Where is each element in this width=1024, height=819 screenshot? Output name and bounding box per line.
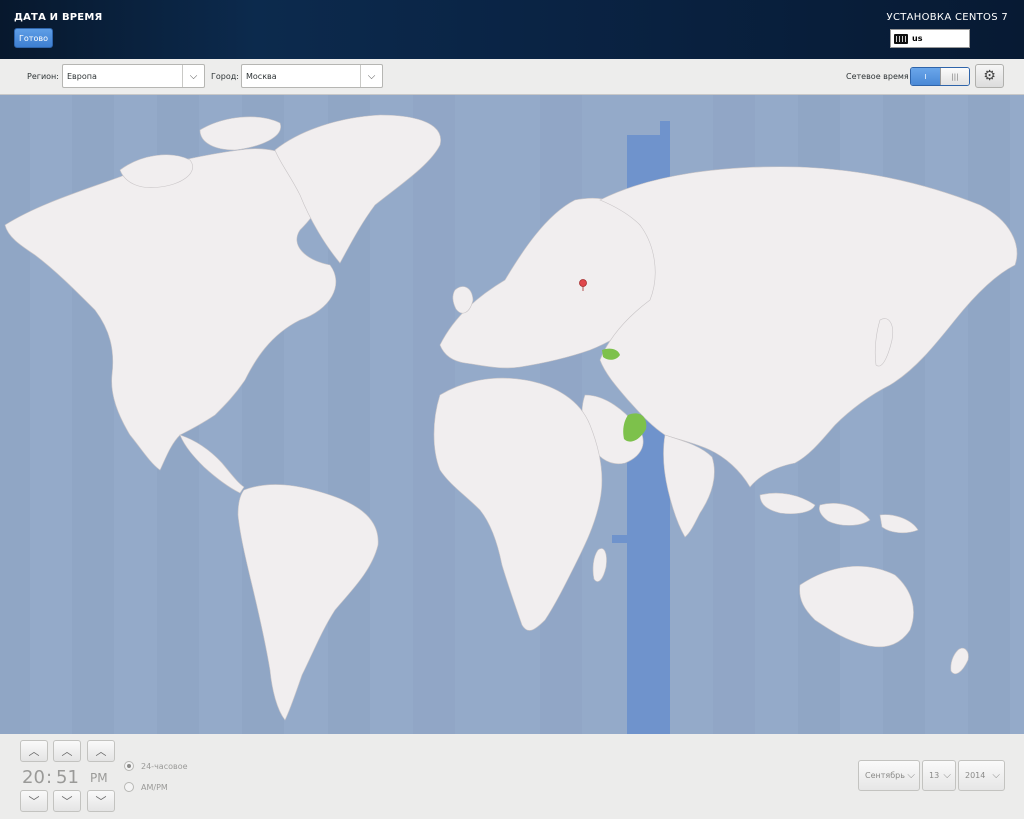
chevron-down-icon: ﹀ — [61, 795, 73, 808]
page-title: ДАТА И ВРЕМЯ — [14, 12, 103, 23]
region-value: Европа — [67, 71, 97, 81]
time-separator: : — [46, 767, 53, 788]
network-time-label: Сетевое время — [846, 72, 909, 81]
region-combo[interactable]: Европа ⌵ — [62, 64, 205, 88]
chevron-down-icon: ﹀ — [95, 795, 107, 808]
hour-decrement-button[interactable]: ﹀ — [20, 790, 48, 812]
minutes-display: 51 — [56, 767, 79, 788]
chevron-down-icon: ⌵ — [360, 65, 382, 87]
keyboard-layout-label: us — [912, 34, 923, 43]
chevron-down-icon: ⌵ — [943, 770, 951, 781]
chevron-up-icon: ︿ — [95, 745, 107, 758]
chevron-up-icon: ︿ — [28, 745, 40, 758]
keyboard-icon — [894, 33, 908, 44]
gear-icon: ⚙ — [983, 68, 996, 84]
product-title: УСТАНОВКА CENTOS 7 — [886, 12, 1008, 23]
ampm-increment-button[interactable]: ︿ — [87, 740, 115, 762]
format-24h-label: 24-часовое — [141, 762, 188, 771]
world-map[interactable] — [0, 95, 1024, 734]
chevron-down-icon: ⌵ — [907, 770, 915, 781]
ntp-settings-button[interactable]: ⚙ — [975, 64, 1004, 88]
switch-on-label: I — [911, 68, 940, 85]
hours-display: 20 — [22, 767, 45, 788]
format-24h-radio[interactable] — [124, 761, 134, 771]
city-value: Москва — [246, 71, 277, 81]
year-value: 2014 — [965, 771, 986, 780]
city-combo[interactable]: Москва ⌵ — [241, 64, 383, 88]
day-value: 13 — [929, 771, 940, 780]
toolbar: Регион: Европа ⌵ Город: Москва ⌵ Сетевое… — [0, 59, 1024, 95]
timezone-map[interactable] — [0, 95, 1024, 734]
header-bar: ДАТА И ВРЕМЯ Готово УСТАНОВКА CENTOS 7 u… — [0, 0, 1024, 59]
chevron-up-icon: ︿ — [61, 745, 73, 758]
month-value: Сентябрь — [865, 771, 905, 780]
chevron-down-icon: ⌵ — [182, 65, 204, 87]
format-ampm-radio[interactable] — [124, 782, 134, 792]
day-combo[interactable]: 13 ⌵ — [922, 760, 956, 791]
network-time-switch[interactable]: I ||| — [910, 67, 970, 86]
city-label: Город: — [211, 72, 239, 81]
chevron-down-icon: ⌵ — [992, 770, 1000, 781]
switch-knob: ||| — [939, 68, 969, 85]
chevron-down-icon: ﹀ — [28, 795, 40, 808]
done-button[interactable]: Готово — [14, 28, 53, 48]
region-label: Регион: — [27, 72, 59, 81]
hour-increment-button[interactable]: ︿ — [20, 740, 48, 762]
ampm-display: PM — [90, 771, 108, 785]
landmasses — [4, 114, 1018, 721]
minute-decrement-button[interactable]: ﹀ — [53, 790, 81, 812]
month-combo[interactable]: Сентябрь ⌵ — [858, 760, 920, 791]
format-ampm-label: AM/PM — [141, 783, 168, 792]
minute-increment-button[interactable]: ︿ — [53, 740, 81, 762]
ampm-decrement-button[interactable]: ﹀ — [87, 790, 115, 812]
year-combo[interactable]: 2014 ⌵ — [958, 760, 1005, 791]
keyboard-layout-indicator[interactable]: us — [890, 29, 970, 48]
